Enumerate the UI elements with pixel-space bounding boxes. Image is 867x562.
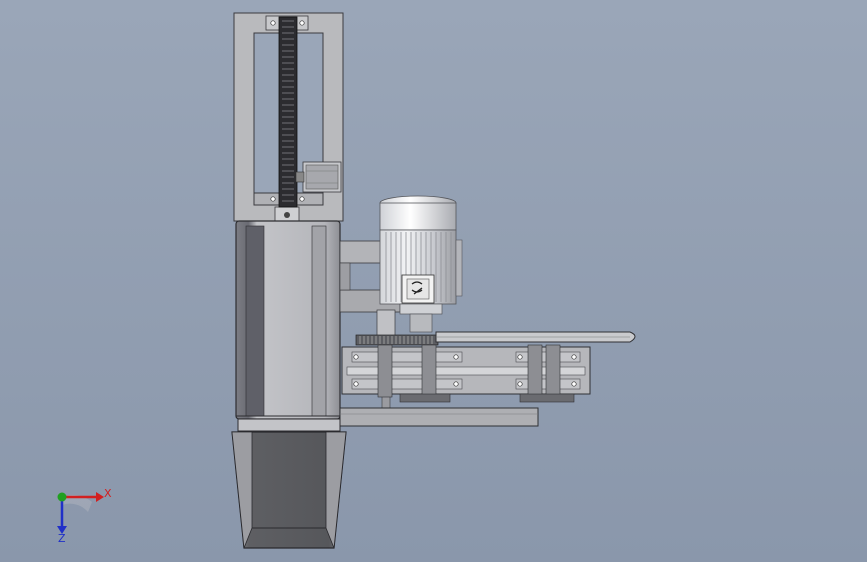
bolt (453, 381, 459, 387)
z-axis-label: Z (58, 532, 66, 545)
bolt (353, 354, 359, 360)
x-axis-arrowhead (96, 492, 104, 502)
stepper-motor (295, 161, 342, 193)
turntable-disc (435, 331, 636, 343)
y-axis-dot (57, 492, 67, 502)
cad-viewport[interactable]: X Z (0, 0, 867, 562)
bolt (571, 381, 577, 387)
base-plate (339, 407, 539, 427)
bolt (517, 381, 523, 387)
bolt (353, 381, 359, 387)
gear-rack (278, 16, 298, 208)
nameplate (401, 274, 435, 304)
x-axis-label: X (104, 487, 112, 500)
hopper-chute (231, 418, 347, 549)
housing-block (235, 220, 341, 420)
bolt (517, 354, 523, 360)
bolt (453, 354, 459, 360)
bolt (571, 354, 577, 360)
coordinate-triad[interactable]: X Z (57, 487, 112, 545)
cad-drawing: X Z (57, 12, 636, 549)
conveyor-frame (341, 344, 591, 403)
